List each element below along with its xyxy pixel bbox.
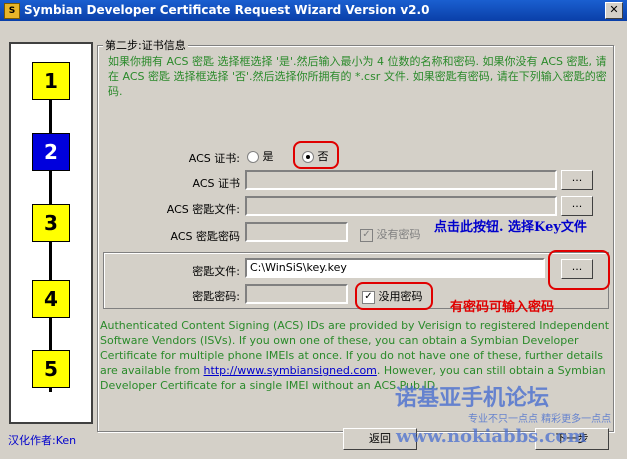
password-hint-annotation: 有密码可输入密码	[450, 300, 555, 315]
acs-cert-file-input[interactable]	[245, 170, 557, 190]
step-2-current: 2	[32, 133, 70, 171]
acs-cert-browse-button[interactable]: ...	[561, 170, 593, 190]
acs-yes-radio[interactable]	[247, 151, 259, 163]
intro-text: 如果你拥有 ACS 密匙 选择框选择 '是'.然后输入最小为 4 位数的名称和密…	[108, 55, 607, 98]
title-bar: S Symbian Developer Certificate Request …	[0, 0, 627, 21]
step-4: 4	[32, 280, 70, 318]
step-indicator: 1 2 3 4 5	[9, 42, 93, 424]
symbiansigned-link[interactable]: http://www.symbiansigned.com	[204, 364, 377, 377]
acs-key-password-label: ACS 密匙密码	[170, 230, 241, 243]
acs-key-file-label: ACS 密匙文件:	[166, 203, 240, 216]
step-1: 1	[32, 62, 70, 100]
close-button[interactable]: ✕	[605, 2, 623, 19]
highlight-acs-no	[293, 141, 339, 169]
acs-yes-label: 是	[262, 150, 274, 163]
highlight-key-browse	[548, 250, 610, 290]
key-password-input[interactable]	[245, 284, 348, 304]
forum-watermark-title: 诺基亚手机论坛	[395, 385, 550, 411]
acs-no-password-label: 没有密码	[376, 228, 421, 241]
translator-credit: 汉化作者:Ken	[8, 434, 77, 447]
acs-cert-file-label: ACS 证书	[192, 177, 241, 190]
key-file-input[interactable]: C:\WinSiS\key.key	[245, 258, 545, 278]
acs-key-password-input[interactable]	[245, 222, 348, 242]
highlight-no-password	[355, 282, 433, 310]
group-title: 第二步:证书信息	[103, 37, 188, 53]
acs-yes-option[interactable]: 是	[247, 148, 274, 164]
acs-key-browse-button[interactable]: ...	[561, 196, 593, 216]
acs-no-password-checkbox[interactable]: ✓	[360, 228, 373, 242]
acs-key-file-input[interactable]	[245, 196, 557, 216]
acs-no-password-option[interactable]: ✓ 没有密码	[360, 226, 421, 242]
window-title: Symbian Developer Certificate Request Wi…	[24, 3, 430, 17]
acs-cert-label: ACS 证书:	[188, 152, 240, 165]
step-5: 5	[32, 350, 70, 388]
step-3: 3	[32, 204, 70, 242]
forum-watermark-url: www.nokiabbs.com	[396, 426, 587, 447]
app-icon: S	[4, 3, 20, 19]
browse-hint-annotation: 点击此按钮. 选择Key文件	[434, 220, 587, 235]
key-file-label: 密匙文件:	[192, 265, 240, 278]
key-password-label: 密匙密码:	[192, 290, 240, 303]
forum-watermark-slogan: 专业不只一点点 精彩更多一点点	[468, 414, 612, 425]
